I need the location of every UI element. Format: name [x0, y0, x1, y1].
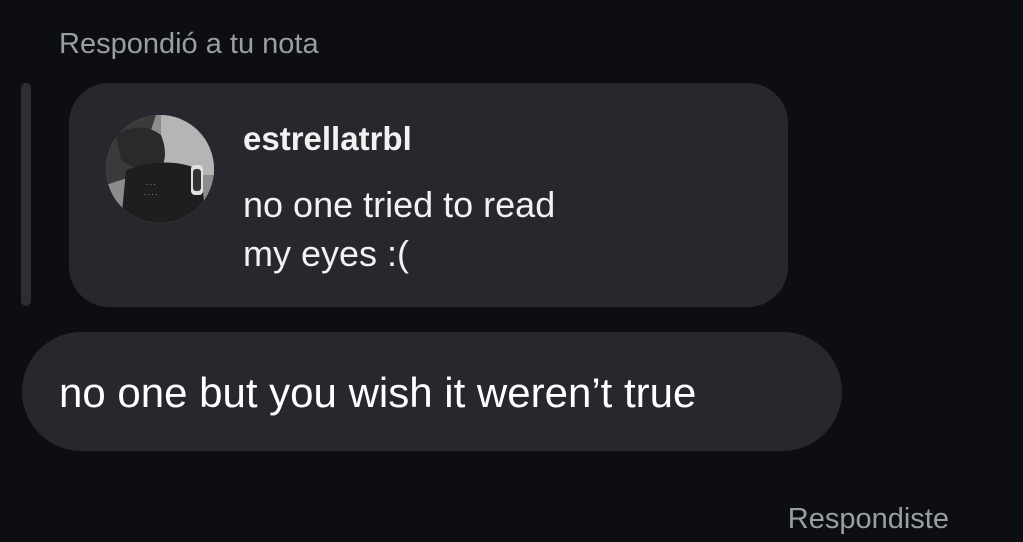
- avatar-photo-icon: · · · · · · ·: [106, 115, 214, 223]
- note-text-line: no one tried to read: [243, 184, 556, 225]
- svg-text:· · ·: · · ·: [146, 182, 156, 189]
- avatar[interactable]: · · · · · · ·: [106, 115, 214, 223]
- sent-status-label: Respondiste: [787, 503, 949, 535]
- svg-text:· · · ·: · · · ·: [144, 192, 157, 199]
- quote-indicator-bar: [21, 83, 31, 306]
- note-author-username[interactable]: estrellatrbl: [243, 119, 412, 159]
- replied-to-note-label: Respondió a tu nota: [59, 28, 319, 60]
- note-text: no one tried to read my eyes :(: [243, 180, 555, 278]
- message-bubble[interactable]: no one but you wish it weren’t true: [22, 332, 842, 451]
- note-text-line: my eyes :(: [243, 233, 410, 274]
- message-text: no one but you wish it weren’t true: [59, 369, 697, 416]
- note-card[interactable]: · · · · · · · estrellatrbl no one tried …: [69, 83, 788, 307]
